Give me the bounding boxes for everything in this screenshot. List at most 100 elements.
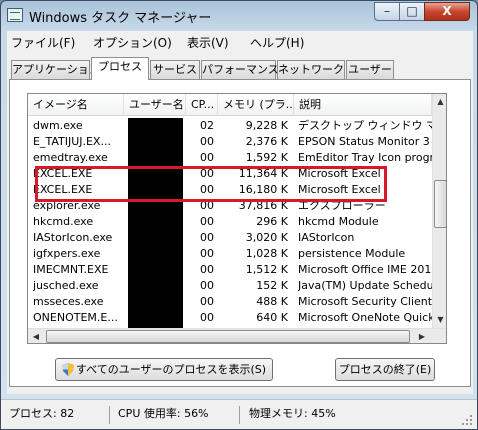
process-user-redacted xyxy=(128,278,183,294)
process-memory: 1,512 K xyxy=(245,263,288,276)
tab-performance[interactable]: パフォーマンス xyxy=(201,60,279,79)
process-row[interactable]: IAStorIcon.exe 00 3,020 K IAStorIcon xyxy=(28,230,432,246)
title-bar[interactable]: Windows タスク マネージャー – □ X xyxy=(1,1,477,29)
menu-view[interactable]: 表示(V) xyxy=(187,34,229,51)
tab-users[interactable]: ユーザー xyxy=(346,60,394,79)
status-separator xyxy=(109,406,110,424)
process-description: EmEditor Tray Icon progra xyxy=(298,151,432,164)
process-description: persistence Module xyxy=(298,247,406,260)
process-user-redacted xyxy=(128,118,183,134)
process-row[interactable]: msseces.exe 00 488 K Microsoft Security Cli… xyxy=(28,294,432,310)
tab-processes[interactable]: プロセス xyxy=(91,57,149,80)
window-title: Windows タスク マネージャー xyxy=(29,11,212,26)
status-process-count: プロセス: 82 xyxy=(9,407,75,420)
uac-shield-icon xyxy=(62,363,74,376)
menu-bar: ファイル(F) オプション(O) 表示(V) ヘルプ(H) xyxy=(7,31,473,53)
process-description: Java(TM) Update Schedul xyxy=(298,279,432,292)
excel-highlight-box xyxy=(35,166,387,202)
process-name: msseces.exe xyxy=(33,295,104,308)
vertical-scrollbar[interactable]: ▲ ▼ xyxy=(432,94,446,328)
status-cpu-usage: CPU 使用率: 56% xyxy=(118,407,209,420)
process-row[interactable]: emedtray.exe 00 1,592 K EmEditor Tray Icon … xyxy=(28,150,432,166)
status-physical-memory: 物理メモリ: 45% xyxy=(249,407,336,420)
process-name: hkcmd.exe xyxy=(33,215,94,228)
task-manager-icon xyxy=(7,8,23,22)
process-name: IMECMNT.EXE xyxy=(33,263,109,276)
process-description: Microsoft Security Client xyxy=(298,295,432,308)
process-name: ONENOTEM.E... xyxy=(33,311,118,324)
process-row[interactable]: jusched.exe 00 152 K Java(TM) Update Schedu… xyxy=(28,278,432,294)
column-user-name[interactable]: ユーザー名 xyxy=(124,94,186,116)
process-memory: 1,592 K xyxy=(245,151,288,164)
list-header: イメージ名 ユーザー名 CP... メモリ (プラ... 説明 xyxy=(28,94,446,116)
minimize-button[interactable]: – xyxy=(374,2,400,21)
end-process-button[interactable]: プロセスの終了(E) xyxy=(335,358,435,381)
tab-services[interactable]: サービス xyxy=(150,60,200,79)
process-cpu: 00 xyxy=(200,215,214,228)
process-row[interactable]: igfxpers.exe 00 1,028 K persistence Module xyxy=(28,246,432,262)
scroll-right-icon[interactable]: ▶ xyxy=(414,329,430,343)
process-name: emedtray.exe xyxy=(33,151,108,164)
process-memory: 3,020 K xyxy=(245,231,288,244)
task-manager-window: Windows タスク マネージャー – □ X ファイル(F) オプション(O… xyxy=(0,0,478,430)
tab-strip: アプリケーション プロセス サービス パフォーマンス ネットワーク ユーザー xyxy=(7,57,473,80)
process-memory: 640 K xyxy=(256,311,288,324)
process-row[interactable]: hkcmd.exe 00 296 K hkcmd Module xyxy=(28,214,432,230)
process-row[interactable]: ONENOTEM.E... 00 640 K Microsoft OneNote Qu… xyxy=(28,310,432,326)
column-memory[interactable]: メモリ (プラ... xyxy=(218,94,294,116)
close-button[interactable]: X xyxy=(424,2,470,21)
process-description: Microsoft OneNote Quick xyxy=(298,311,432,324)
menu-file[interactable]: ファイル(F) xyxy=(11,34,75,51)
process-description: hkcmd Module xyxy=(298,215,379,228)
process-cpu: 00 xyxy=(200,151,214,164)
column-image-name[interactable]: イメージ名 xyxy=(28,94,124,116)
horizontal-scroll-thumb[interactable] xyxy=(46,330,410,343)
resize-grip-icon[interactable] xyxy=(461,414,473,426)
process-user-redacted xyxy=(128,150,183,166)
process-user-redacted xyxy=(128,230,183,246)
process-name: jusched.exe xyxy=(33,279,99,292)
column-cpu[interactable]: CP... xyxy=(186,94,218,116)
process-user-redacted xyxy=(128,214,183,230)
process-description: EPSON Status Monitor 3 xyxy=(298,135,430,148)
process-cpu: 00 xyxy=(200,279,214,292)
process-list[interactable]: イメージ名 ユーザー名 CP... メモリ (プラ... 説明 dwm.exe 0… xyxy=(27,93,447,344)
process-user-redacted xyxy=(128,262,183,278)
status-separator xyxy=(239,406,240,424)
process-name: igfxpers.exe xyxy=(33,247,101,260)
process-memory: 152 K xyxy=(256,279,288,292)
show-all-users-button[interactable]: すべてのユーザーのプロセスを表示(S) xyxy=(55,358,273,381)
maximize-button[interactable]: □ xyxy=(399,2,425,21)
process-description: デスクトップ ウィンドウ マネー xyxy=(298,119,432,132)
process-memory: 9,228 K xyxy=(245,119,288,132)
process-row[interactable]: E_TATIJUJ.EX... 00 2,376 K EPSON Status Mon… xyxy=(28,134,432,150)
show-all-users-label: すべてのユーザーのプロセスを表示(S) xyxy=(75,363,267,376)
scroll-left-icon[interactable]: ◀ xyxy=(28,329,44,343)
process-memory: 2,376 K xyxy=(245,135,288,148)
process-cpu: 00 xyxy=(200,311,214,324)
scroll-down-icon[interactable]: ▼ xyxy=(433,312,446,328)
process-user-redacted xyxy=(128,246,183,262)
process-memory: 1,028 K xyxy=(245,247,288,260)
horizontal-scrollbar[interactable]: ◀ ▶ xyxy=(28,328,446,343)
menu-help[interactable]: ヘルプ(H) xyxy=(250,34,304,51)
tab-applications[interactable]: アプリケーション xyxy=(11,60,100,79)
process-row[interactable]: dwm.exe 02 9,228 K デスクトップ ウィンドウ マネー xyxy=(28,118,432,134)
tab-network[interactable]: ネットワーク xyxy=(277,60,345,79)
process-memory: 296 K xyxy=(256,215,288,228)
menu-options[interactable]: オプション(O) xyxy=(93,34,172,51)
vertical-scroll-thumb[interactable] xyxy=(434,180,446,228)
scroll-up-icon[interactable]: ▲ xyxy=(433,94,446,110)
process-name: IAStorIcon.exe xyxy=(33,231,113,244)
process-description: IAStorIcon xyxy=(298,231,355,244)
column-description[interactable]: 説明 xyxy=(294,94,432,116)
process-cpu: 00 xyxy=(200,263,214,276)
process-user-redacted xyxy=(128,310,183,326)
process-user-redacted xyxy=(128,134,183,150)
process-cpu: 00 xyxy=(200,295,214,308)
process-user-redacted xyxy=(128,294,183,310)
process-row[interactable]: IMECMNT.EXE 00 1,512 K Microsoft Office IME… xyxy=(28,262,432,278)
process-description: Microsoft Office IME 2010 xyxy=(298,263,432,276)
process-cpu: 00 xyxy=(200,231,214,244)
process-cpu: 02 xyxy=(200,119,214,132)
